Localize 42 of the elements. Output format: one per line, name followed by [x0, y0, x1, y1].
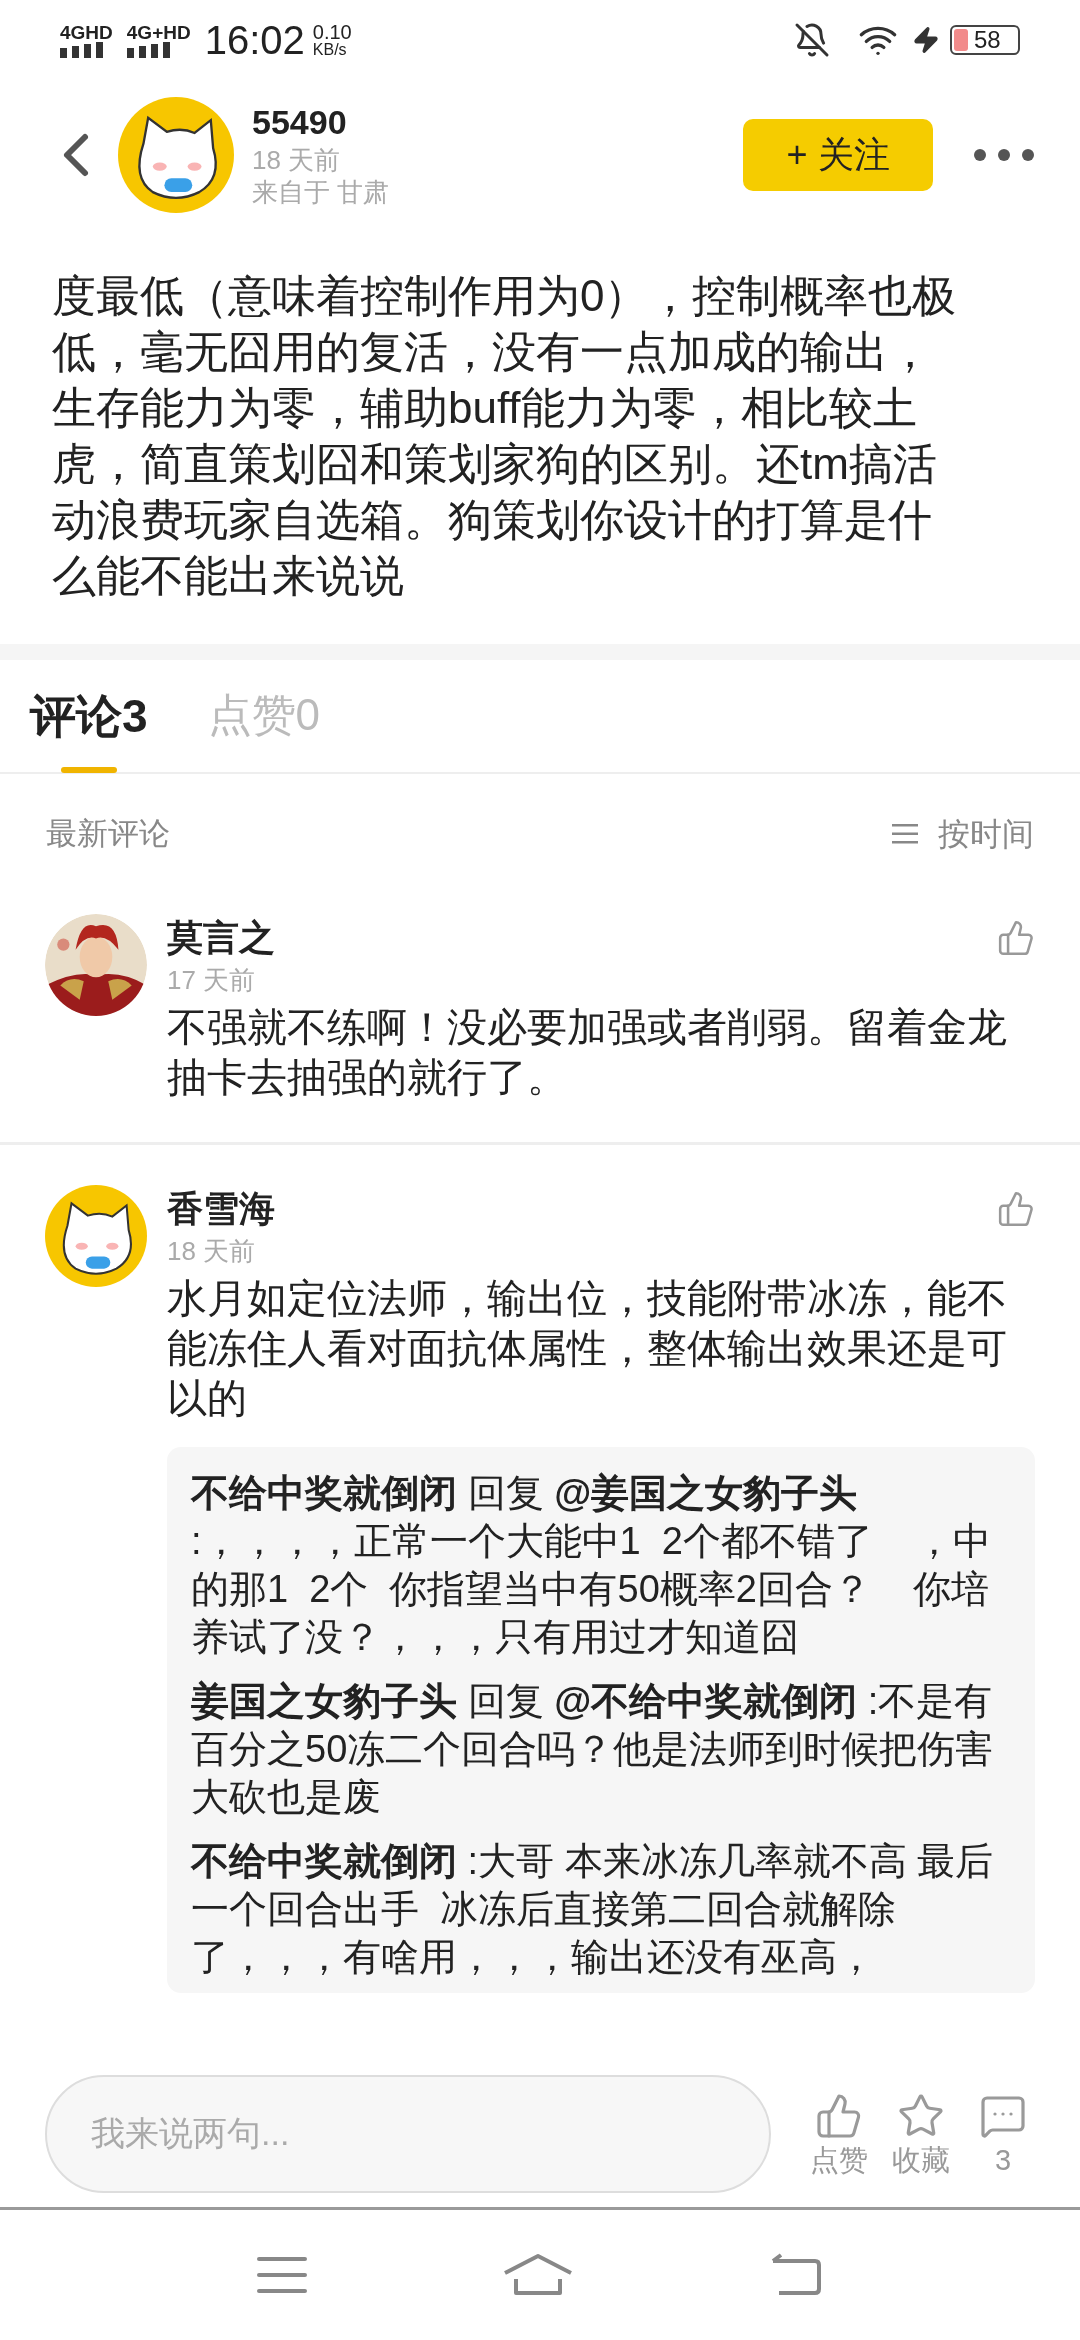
more-icon[interactable] — [973, 148, 1035, 162]
reply-text: 姜国之女豹子头 回复 @不给中奖就倒闭 :不是有百分之50冻二个回合吗？他是法师到时候把伤害大砍也是废 — [191, 1679, 995, 1820]
tab[interactable]: 评论3 — [30, 682, 148, 773]
action-button[interactable]: 3 — [971, 2092, 1035, 2175]
tab[interactable]: 点赞0 — [207, 682, 321, 770]
charging-icon — [912, 26, 940, 54]
battery-level: 58 — [974, 28, 1001, 52]
speed-unit: KB/s — [312, 42, 348, 58]
post-time: 18 天前 — [252, 143, 342, 177]
battery-fill — [954, 29, 968, 51]
list-icon — [892, 824, 918, 844]
menu-icon[interactable] — [257, 2255, 308, 2295]
username: 55490 — [252, 102, 348, 144]
home-icon[interactable] — [502, 2253, 574, 2297]
reply-text: 不给中奖就倒闭 :大哥 本来冰冻几率就不高 最后一个回合出手 冰冻后直接第二回合就解除了，，，有啥用，，，输出还没有巫高， — [191, 1839, 995, 1980]
clock: 16:02 — [204, 20, 305, 60]
sort-button[interactable]: 按时间 — [892, 810, 1034, 858]
signal-icon — [126, 41, 171, 58]
network-speed: 0.10 — [312, 22, 352, 42]
post-text: 度最低（意味着控制作用为0），控制概率也极低，毫无囧用的复活，没有一点加成的输出，生存能力为零，辅助buff能力为零，相比较土虎，简直策划囧和策划家狗的区别。还tm搞活动浪费玩家自选箱。狗策划你设计的打算是什么能不能出来说说 — [52, 270, 958, 602]
thumbs-up-icon[interactable] — [997, 919, 1035, 957]
cat-avatar-icon — [45, 1185, 147, 1287]
comment-time: 18 天前 — [167, 1235, 257, 1268]
comment-text: 不强就不练啊！没必要加强或者削弱。留着金龙抽卡去抽强的就行了。 — [167, 1004, 1008, 1101]
commenter-name: 香雪海 — [167, 1187, 275, 1231]
thumbs-up-icon[interactable] — [997, 1190, 1035, 1228]
comment-time: 17 天前 — [167, 964, 257, 997]
network-label: 4GHD — [60, 22, 113, 42]
commenter-name: 莫言之 — [167, 916, 275, 960]
network-label: 4G+HD — [126, 22, 191, 42]
thumbs-up-icon[interactable] — [815, 2092, 863, 2140]
reply-text: 不给中奖就倒闭 回复 @姜国之女豹子头 :，，，，正常一个大能中1 2个都不错了 ，中的那1 2个 你指望当中有50概率2回合？ 你培养试了没？，，，只有用过才知道囧 — [191, 1471, 993, 1660]
post-location: 来自于 甘肃 — [252, 176, 390, 209]
action-button[interactable]: 点赞 — [807, 2092, 871, 2175]
action-button[interactable]: 收藏 — [889, 2092, 953, 2175]
signal-icon — [60, 41, 104, 58]
section-title: 最新评论 — [46, 814, 170, 853]
follow-button[interactable]: + 关注 — [743, 119, 933, 191]
bell-off-icon — [794, 22, 830, 58]
cat-avatar-icon — [118, 97, 234, 213]
comment-input[interactable]: 我来说两句... — [45, 2074, 771, 2193]
comment-text: 水月如定位法师，输出位，技能附带冰冻，能不能冻住人看对面抗体属性，整体输出效果还是可以的 — [167, 1275, 1008, 1422]
